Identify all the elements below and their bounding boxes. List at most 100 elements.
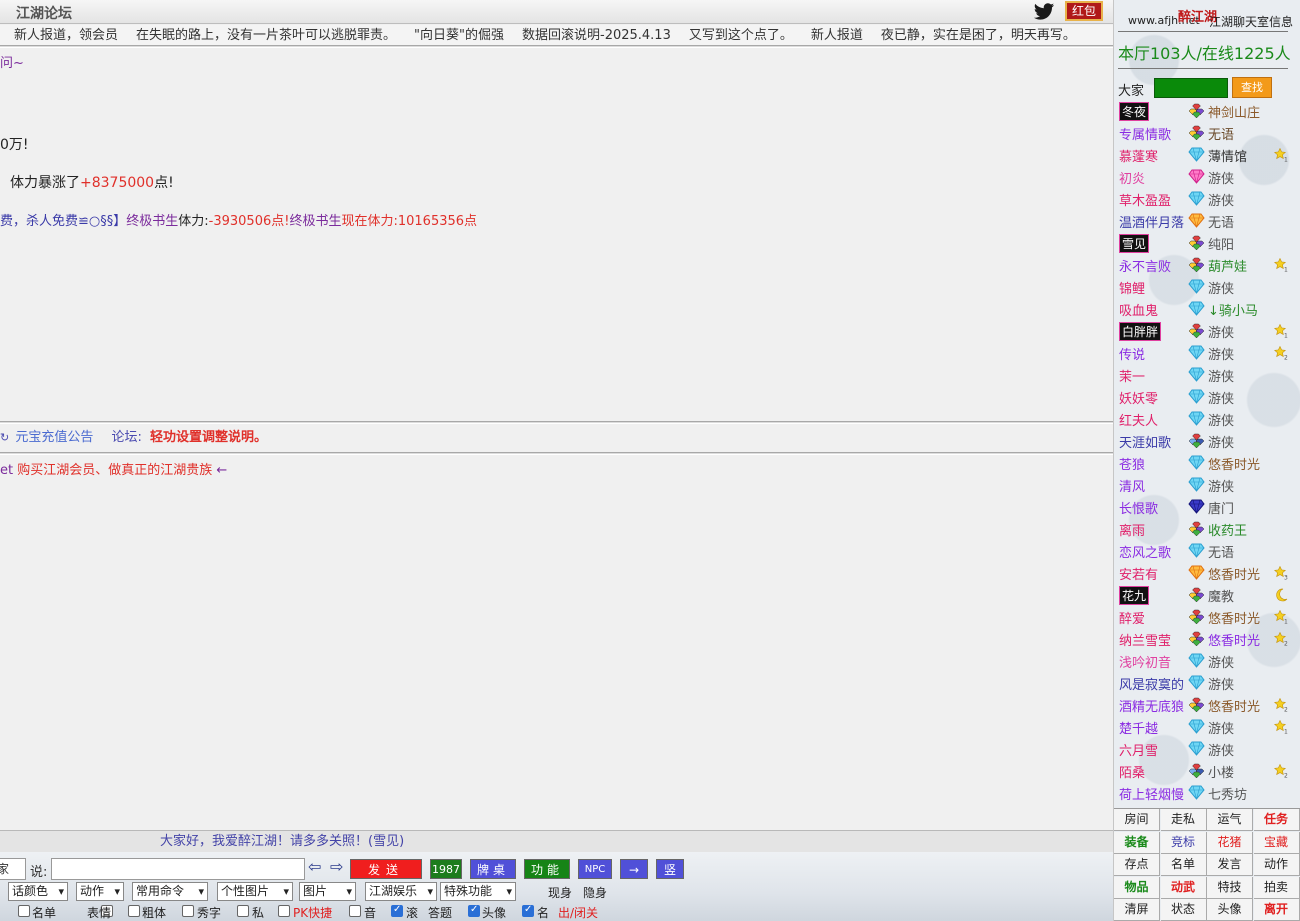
refresh-icon[interactable]: ↻ — [0, 431, 9, 444]
command-button[interactable]: 状态 — [1160, 899, 1207, 921]
redpacket-button[interactable]: 红包 — [1065, 1, 1104, 21]
command-button[interactable]: 动作 — [1253, 854, 1300, 877]
user-row[interactable]: 苍狼 悠香时光 — [1114, 452, 1300, 474]
chat-username[interactable]: 终极书生 — [126, 214, 178, 229]
user-name[interactable]: 传说 — [1119, 344, 1145, 363]
command-button[interactable]: 特技 — [1207, 876, 1253, 899]
image-select[interactable]: 图片 — [299, 882, 356, 901]
ticker-item[interactable]: 新人报道 — [811, 28, 863, 43]
command-button[interactable]: 竞标 — [1160, 831, 1207, 854]
user-row[interactable]: 锦鲤 游侠 — [1114, 276, 1300, 298]
user-row[interactable]: 恋风之歌 无语 — [1114, 540, 1300, 562]
user-name[interactable]: 草木盈盈 — [1119, 190, 1171, 209]
hide-link[interactable]: 隐身 — [583, 884, 607, 901]
user-row[interactable]: 草木盈盈 游侠 — [1114, 188, 1300, 210]
action-select[interactable]: 动作 — [76, 882, 124, 901]
command-button[interactable]: 清屏 — [1114, 899, 1160, 921]
user-row[interactable]: 冬夜 神剑山庄 — [1114, 100, 1300, 122]
user-name[interactable]: 醉爱 — [1119, 608, 1145, 627]
exit-link[interactable]: 出/闭关 — [558, 904, 598, 921]
command-button[interactable]: 走私 — [1160, 809, 1207, 831]
ticker-item[interactable]: 夜已静，实在是困了，明天再写。 — [881, 28, 1076, 43]
user-name[interactable]: 安若有 — [1119, 564, 1158, 583]
user-name[interactable]: 雪见 — [1119, 234, 1150, 253]
command-button[interactable]: 运气 — [1207, 809, 1253, 831]
user-row[interactable]: 慕蓬寒 薄情馆 1 — [1114, 144, 1300, 166]
npc-button[interactable]: NPC — [578, 859, 612, 879]
option-checkbox[interactable] — [18, 905, 30, 917]
ticker-item[interactable]: "向日葵"的倔强 — [414, 28, 504, 43]
user-row[interactable]: 六月雪 游侠 — [1114, 738, 1300, 760]
user-row[interactable]: 天涯如歌 游侠 — [1114, 430, 1300, 452]
forum-title-link[interactable]: 江湖论坛 — [16, 3, 72, 23]
user-name[interactable]: 陌桑 — [1119, 762, 1145, 781]
user-name[interactable]: 花九 — [1119, 586, 1150, 605]
option-checkbox[interactable] — [522, 904, 534, 917]
user-row[interactable]: 传说 游侠 2 — [1114, 342, 1300, 364]
common-command-select[interactable]: 常用命令 — [132, 882, 208, 901]
message-input[interactable] — [51, 858, 305, 880]
command-button[interactable]: 发言 — [1207, 854, 1253, 877]
user-name[interactable]: 恋风之歌 — [1119, 542, 1171, 561]
user-row[interactable]: 红夫人 游侠 — [1114, 408, 1300, 430]
user-row[interactable]: 初炎 游侠 — [1114, 166, 1300, 188]
user-name[interactable]: 冬夜 — [1119, 102, 1150, 121]
room-info-link[interactable]: 江湖聊天室信息 — [1209, 13, 1293, 30]
function-button[interactable]: 功能 — [524, 859, 570, 879]
history-next-icon[interactable]: ⇨ — [330, 857, 343, 876]
user-row[interactable]: 陌桑 小楼 2 — [1114, 760, 1300, 782]
user-name[interactable]: 初炎 — [1119, 168, 1145, 187]
user-row[interactable]: 茉一 游侠 — [1114, 364, 1300, 386]
user-name[interactable]: 专属情歌 — [1119, 124, 1171, 143]
user-name[interactable]: 六月雪 — [1119, 740, 1158, 759]
user-row[interactable]: 永不言败 葫芦娃 1 — [1114, 254, 1300, 276]
command-button[interactable]: 物品 — [1114, 876, 1160, 899]
custom-image-select[interactable]: 个性图片 — [217, 882, 293, 901]
command-button[interactable]: 任务 — [1253, 809, 1300, 831]
user-name[interactable]: 荷上轻烟慢 — [1119, 784, 1184, 802]
user-row[interactable]: 妖妖零 游侠 — [1114, 386, 1300, 408]
user-row[interactable]: 清风 游侠 — [1114, 474, 1300, 496]
user-row[interactable]: 雪见 纯阳 — [1114, 232, 1300, 254]
user-name[interactable]: 妖妖零 — [1119, 388, 1158, 407]
user-name[interactable]: 红夫人 — [1119, 410, 1158, 429]
user-name[interactable]: 吸血鬼 — [1119, 300, 1158, 319]
user-row[interactable]: 专属情歌 无语 — [1114, 122, 1300, 144]
button-1987[interactable]: 1987 — [430, 859, 462, 879]
send-button[interactable]: 发送 — [350, 859, 422, 879]
user-name[interactable]: 浅吟初音 — [1119, 652, 1171, 671]
user-row[interactable]: 白胖胖 游侠 1 — [1114, 320, 1300, 342]
special-function-select[interactable]: 特殊功能 — [440, 882, 516, 901]
card-table-button[interactable]: 牌桌 — [470, 859, 516, 879]
chat-username[interactable]: 终极书生 — [289, 214, 341, 229]
user-row[interactable]: 安若有 悠香时光 3 — [1114, 562, 1300, 584]
target-user-input[interactable]: 家 — [0, 858, 26, 880]
text-color-select[interactable]: 话颜色 — [8, 882, 68, 901]
user-row[interactable]: 浅吟初音 游侠 — [1114, 650, 1300, 672]
user-row[interactable]: 纳兰雪莹 悠香时光 2 — [1114, 628, 1300, 650]
arrow-button[interactable]: → — [620, 859, 648, 879]
user-row[interactable]: 楚千越 游侠 1 — [1114, 716, 1300, 738]
user-search-button[interactable]: 查找 — [1232, 77, 1272, 98]
membership-promo-link[interactable]: 购买江湖会员、做真正的江湖贵族 — [17, 463, 212, 478]
command-button[interactable]: 头像 — [1207, 899, 1253, 921]
user-name[interactable]: 楚千越 — [1119, 718, 1158, 737]
ticker-item[interactable]: 在失眠的路上，没有一片茶叶可以逃脱罪责。 — [136, 28, 396, 43]
command-button[interactable]: 宝藏 — [1253, 831, 1300, 854]
twitter-icon[interactable] — [1033, 2, 1055, 22]
user-search-input[interactable] — [1154, 78, 1228, 98]
user-row[interactable]: 吸血鬼 ↓骑小马 — [1114, 298, 1300, 320]
option-checkbox[interactable] — [391, 904, 403, 917]
user-name[interactable]: 慕蓬寒 — [1119, 146, 1158, 165]
option-checkbox[interactable] — [278, 905, 290, 917]
command-button[interactable]: 名单 — [1160, 854, 1207, 877]
user-row[interactable]: 离雨 收药王 — [1114, 518, 1300, 540]
option-checkbox[interactable] — [349, 905, 361, 917]
user-name[interactable]: 温酒伴月落 — [1119, 212, 1184, 231]
user-name[interactable]: 白胖胖 — [1119, 322, 1162, 341]
command-button[interactable]: 房间 — [1114, 809, 1160, 831]
option-checkbox[interactable] — [237, 905, 249, 917]
user-name[interactable]: 纳兰雪莹 — [1119, 630, 1171, 649]
user-row[interactable]: 酒精无底狼 悠香时光 2 — [1114, 694, 1300, 716]
command-button[interactable]: 存点 — [1114, 854, 1160, 877]
